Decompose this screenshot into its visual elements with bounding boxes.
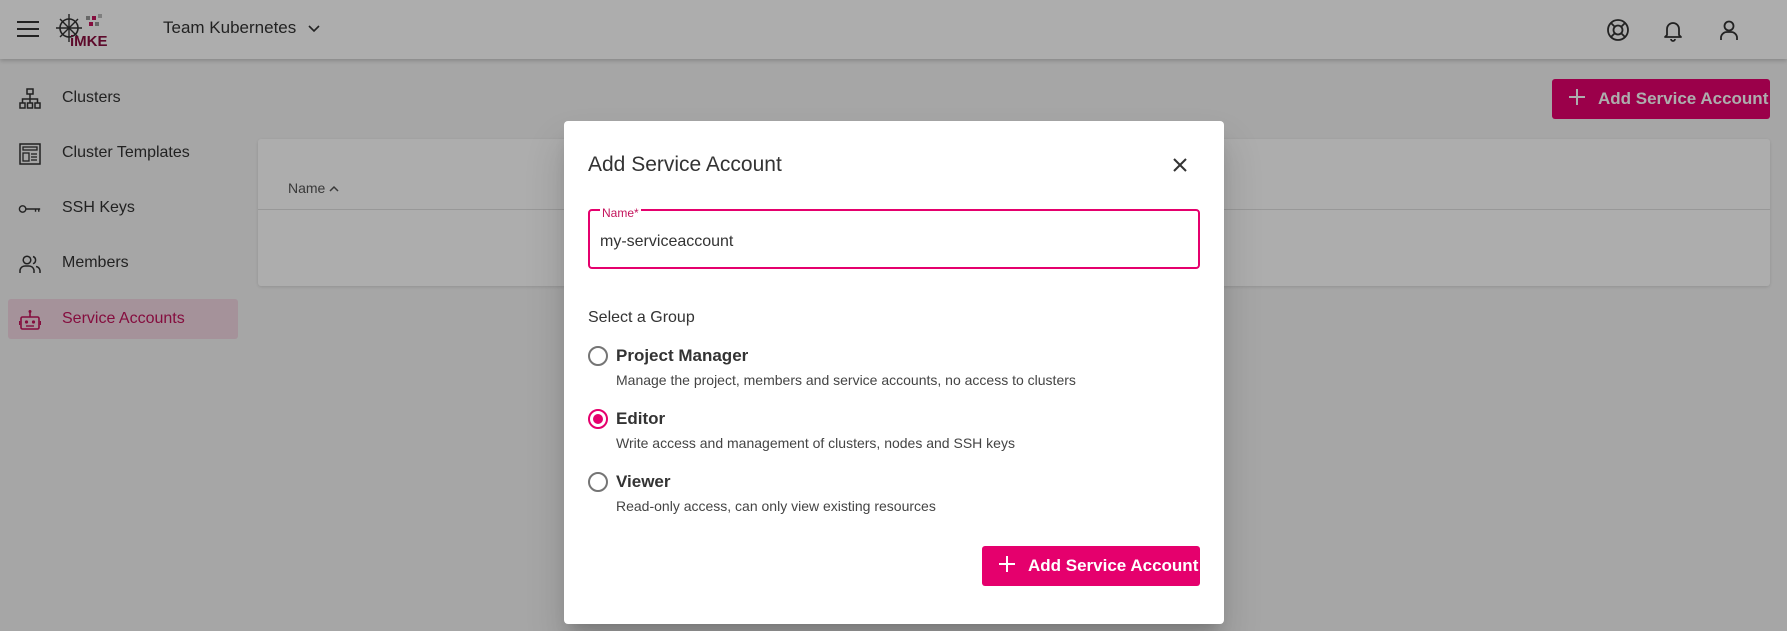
radio-description: Manage the project, members and service … (616, 372, 1076, 388)
plus-icon (998, 555, 1016, 578)
radio-title: Editor (616, 409, 666, 428)
radio-description: Read-only access, can only view existing… (616, 498, 936, 514)
radio-option-viewer[interactable]: Viewer Read-only access, can only view e… (588, 470, 1200, 520)
name-field[interactable]: Name* (588, 206, 1200, 269)
radio-option-project-manager[interactable]: Project Manager Manage the project, memb… (588, 344, 1200, 394)
name-field-label: Name* (600, 206, 641, 220)
radio-title: Viewer (616, 472, 671, 491)
radio-option-editor[interactable]: Editor Write access and management of cl… (588, 407, 1200, 457)
submit-button-label: Add Service Account (1028, 556, 1199, 575)
dialog-title: Add Service Account (588, 153, 782, 176)
radio-description: Write access and management of clusters,… (616, 435, 1015, 451)
radio-button[interactable] (588, 409, 608, 429)
add-service-account-dialog: Add Service Account Name* Select a Group… (564, 121, 1224, 624)
close-icon[interactable] (1168, 153, 1192, 177)
name-input[interactable] (600, 233, 1180, 251)
submit-add-service-account-button[interactable]: Add Service Account (982, 546, 1200, 586)
radio-button[interactable] (588, 346, 608, 366)
radio-title: Project Manager (616, 346, 749, 365)
group-heading: Select a Group (588, 309, 695, 326)
radio-button[interactable] (588, 472, 608, 492)
